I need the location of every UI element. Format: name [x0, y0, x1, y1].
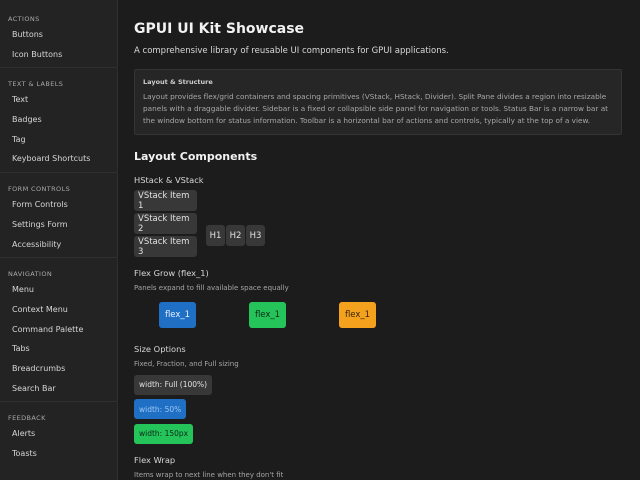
sidebar-item-context-menu[interactable]: Context Menu — [0, 300, 117, 320]
vstack-item: VStack Item 2 — [134, 213, 197, 234]
info-callout: Layout & Structure Layout provides flex/… — [134, 69, 622, 135]
wrap-description: Items wrap to next line when they don't … — [134, 470, 284, 479]
subsection-heading-wrap: Flex Wrap — [134, 454, 176, 465]
page-title: GPUI UI Kit Showcase — [134, 21, 305, 37]
subsection-heading-size: Size Options — [134, 344, 186, 354]
hstack-item: H1 — [206, 225, 225, 246]
sidebar-section-heading: ACTIONS — [8, 15, 40, 23]
sidebar-item-menu[interactable]: Menu — [0, 280, 117, 300]
sidebar-item-icon-buttons[interactable]: Icon Buttons — [0, 45, 117, 65]
size-chip-fixed: width: 150px — [134, 423, 194, 444]
sidebar-section: Menu Context Menu Command Palette Tabs Bread… — [0, 280, 117, 403]
stack-demo: VStack Item 1 VStack Item 2 VStack Item … — [134, 190, 640, 259]
sidebar-section-heading: NAVIGATION — [8, 270, 53, 279]
sidebar-item-command-palette[interactable]: Command Palette — [0, 320, 117, 340]
flex-grow-demo: flex_1 flex_1 flex_1 — [134, 302, 640, 332]
info-title: Layout & Structure — [143, 78, 213, 86]
sidebar: ACTIONS Buttons Icon Buttons TEXT & LABELS T… — [0, 0, 118, 480]
vstack-item: VStack Item 3 — [134, 236, 197, 257]
sidebar-item-buttons[interactable]: Buttons — [0, 25, 117, 45]
sidebar-section: Buttons Icon Buttons — [0, 25, 117, 69]
sidebar-item-tag[interactable]: Tag — [0, 130, 117, 150]
vstack-item: VStack Item 1 — [134, 190, 197, 211]
info-text: Layout provides flex/grid containers and… — [143, 92, 609, 125]
sidebar-item-alerts[interactable]: Alerts — [0, 424, 117, 444]
main-content: GPUI UI Kit Showcase A comprehensive lib… — [118, 0, 640, 480]
sidebar-item-search-bar[interactable]: Search Bar — [0, 379, 117, 399]
sidebar-item-toasts[interactable]: Toasts — [0, 444, 117, 464]
subsection-heading-flex-grow: Flex Grow (flex_1) — [134, 268, 209, 278]
sidebar-section-heading: TEXT & LABELS — [8, 80, 64, 89]
flex-panel-orange: flex_1 — [339, 302, 376, 328]
sidebar-item-accessibility[interactable]: Accessibility — [0, 235, 117, 255]
sidebar-section-heading: FEEDBACK — [8, 414, 46, 423]
page-subtitle: A comprehensive library of reusable UI c… — [134, 46, 449, 56]
sidebar-section: Alerts Toasts — [0, 424, 117, 466]
flex-grow-description: Panels expand to fill available space eq… — [134, 284, 289, 292]
hstack-item: H3 — [246, 225, 265, 246]
hstack-item: H2 — [226, 225, 245, 246]
sidebar-item-breadcrumbs[interactable]: Breadcrumbs — [0, 359, 117, 379]
sidebar-item-settings-form[interactable]: Settings Form — [0, 215, 117, 235]
sidebar-item-form-controls[interactable]: Form Controls — [0, 195, 117, 215]
size-chip-full: width: Full (100%) — [134, 374, 213, 395]
vstack-demo: VStack Item 1 VStack Item 2 VStack Item … — [134, 190, 197, 259]
flex-panel-green: flex_1 — [249, 302, 286, 328]
sidebar-item-badges[interactable]: Badges — [0, 110, 117, 130]
hstack-demo: H1 H2 H3 — [206, 212, 266, 259]
sidebar-item-tabs[interactable]: Tabs — [0, 339, 117, 359]
sidebar-section: Form Controls Settings Form Accessibility — [0, 195, 117, 259]
size-description: Fixed, Fraction, and Full sizing — [134, 360, 239, 368]
subsection-heading-stack: HStack & VStack — [134, 175, 204, 185]
sidebar-item-text[interactable]: Text — [0, 90, 117, 110]
flex-panel-blue: flex_1 — [159, 302, 196, 328]
size-chip-half: width: 50% — [134, 399, 187, 419]
section-heading-layout: Layout Components — [134, 150, 258, 163]
sidebar-section-heading: FORM CONTROLS — [8, 185, 71, 194]
sidebar-section: Text Badges Tag Keyboard Shortcuts — [0, 90, 117, 174]
sidebar-item-keyboard-shortcuts[interactable]: Keyboard Shortcuts — [0, 149, 117, 169]
size-demo: width: Full (100%) width: 50% width: 150… — [134, 372, 640, 444]
